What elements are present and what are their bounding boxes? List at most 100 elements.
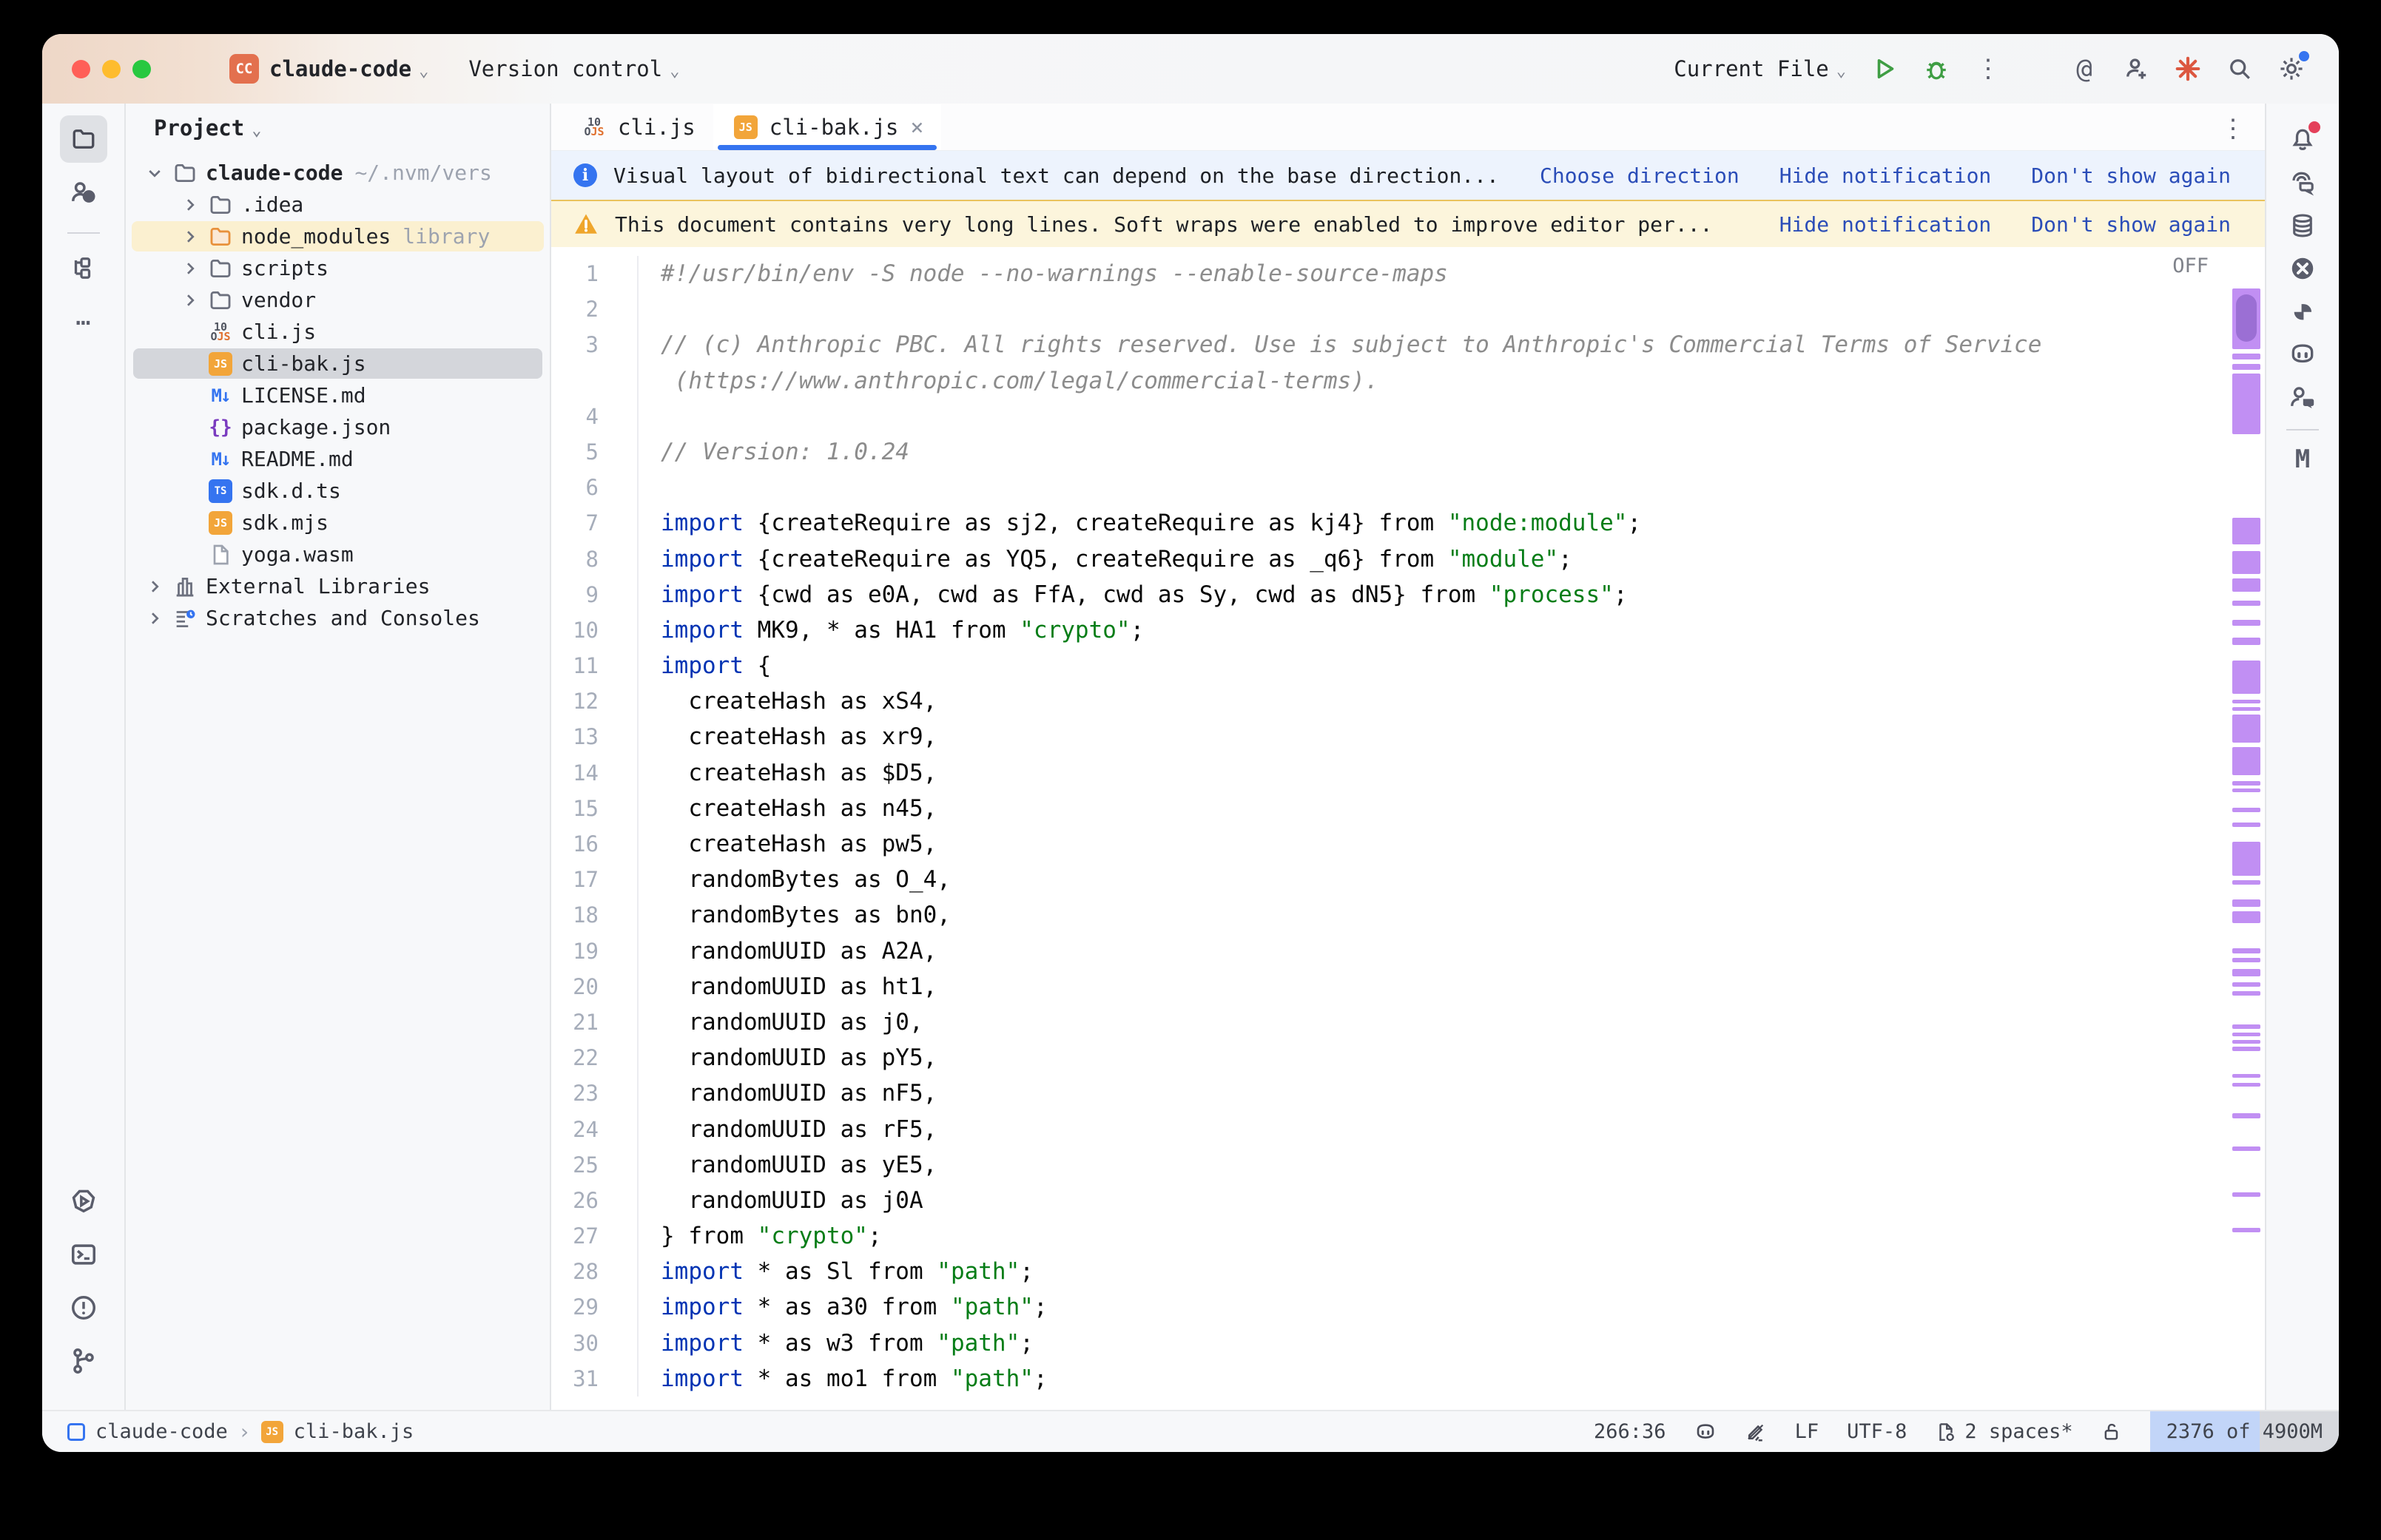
ai-mention-button[interactable]: @ [2064,48,2105,90]
breadcrumb[interactable]: claude-code › JS cli-bak.js [67,1419,414,1444]
line-number[interactable]: 29 [551,1289,639,1325]
line-number[interactable]: 21 [551,1004,639,1040]
hide-notification-link[interactable]: Hide notification [1779,163,1992,188]
encoding-selector[interactable]: UTF-8 [1847,1420,1907,1443]
tree-item-sdk-mjs[interactable]: JSsdk.mjs [126,507,550,538]
project-panel-header[interactable]: Project ⌄ [126,104,550,152]
tree-item-claude-code[interactable]: claude-code~/.nvm/vers [126,157,550,189]
chevron-right-icon[interactable] [179,291,201,309]
line-number[interactable]: 6 [551,470,639,505]
line-number[interactable]: 10 [551,612,639,648]
tree-item-vendor[interactable]: vendor [126,284,550,316]
more-toolwindows-button[interactable]: ⋯ [60,299,107,346]
notifications-button[interactable] [2280,120,2325,160]
line-number[interactable]: 23 [551,1075,639,1111]
search-everywhere-button[interactable] [2219,48,2260,90]
line-number[interactable]: 30 [551,1325,639,1361]
line-number[interactable]: 27 [551,1218,639,1254]
line-number[interactable]: 19 [551,933,639,969]
line-number[interactable]: 7 [551,505,639,541]
run-button[interactable] [1864,48,1905,90]
line-number[interactable]: 24 [551,1112,639,1147]
dont-show-again-link[interactable]: Don't show again [2031,163,2231,188]
structure-toolwindow-button[interactable] [60,246,107,293]
chevron-right-icon[interactable] [144,578,166,595]
line-number[interactable]: 11 [551,648,639,683]
project-toolwindow-button[interactable] [60,115,107,163]
line-number[interactable]: 12 [551,683,639,719]
plugin-starburst-button[interactable] [2167,48,2209,90]
code-with-me-chat-button[interactable] [2280,377,2325,417]
run-config-selector[interactable]: Current File ⌄ [1674,56,1853,81]
breadcrumb-file[interactable]: cli-bak.js [294,1420,414,1443]
chevron-right-icon[interactable] [144,609,166,627]
more-actions-button[interactable]: ⋮ [1967,48,2009,90]
tree-item-scratches-and-consoles[interactable]: Scratches and Consoles [126,602,550,634]
tree-item-scripts[interactable]: scripts [126,252,550,284]
line-number[interactable]: 8 [551,541,639,577]
tab-cli-js[interactable]: 10OJS cli.js [562,104,713,150]
line-number[interactable]: 13 [551,719,639,754]
line-number[interactable]: 20 [551,969,639,1004]
line-number[interactable]: 3 [551,327,639,362]
debug-button[interactable] [1916,48,1957,90]
tree-item-cli-js[interactable]: 10OJScli.js [126,316,550,348]
tree-item-sdk-d-ts[interactable]: TSsdk.d.ts [126,475,550,507]
scrollbar-thumb[interactable] [2236,294,2257,342]
line-number[interactable]: 25 [551,1147,639,1183]
line-number[interactable]: 9 [551,577,639,612]
line-number[interactable]: 28 [551,1254,639,1289]
line-number[interactable]: 14 [551,755,639,791]
close-window-button[interactable] [72,60,90,78]
project-widget[interactable]: claude-code ⌄ [269,56,436,81]
line-number[interactable]: 15 [551,791,639,826]
tree-item--idea[interactable]: .idea [126,189,550,220]
line-number[interactable]: 2 [551,291,639,327]
line-number[interactable]: 16 [551,826,639,862]
x-plugin-button[interactable] [2280,249,2325,288]
choose-direction-link[interactable]: Choose direction [1540,163,1740,188]
chevron-right-icon[interactable] [179,196,201,214]
line-ending-selector[interactable]: LF [1795,1420,1819,1443]
tree-item-license-md[interactable]: M↓LICENSE.md [126,379,550,411]
tree-item-node-modules[interactable]: node_moduleslibrary [126,220,550,252]
line-number[interactable]: 31 [551,1361,639,1397]
line-number[interactable]: 22 [551,1040,639,1075]
code-with-me-button[interactable] [2115,48,2157,90]
copilot-button[interactable] [2280,334,2325,374]
vcs-widget[interactable]: Version control ⌄ [468,56,687,81]
zoom-window-button[interactable] [132,60,151,78]
tab-cli-bak-js[interactable]: JS cli-bak.js × [713,104,942,150]
hide-notification-link[interactable]: Hide notification [1779,212,1992,237]
markdown-plugin-button[interactable]: M [2280,439,2325,479]
plugin-pinwheel-button[interactable] [2280,291,2325,331]
chevron-right-icon[interactable] [179,260,201,277]
dont-show-again-link[interactable]: Don't show again [2031,212,2231,237]
line-number[interactable]: 18 [551,897,639,933]
terminal-toolwindow-button[interactable] [60,1231,107,1278]
indent-selector[interactable]: 2 spaces* [1935,1420,2072,1443]
tree-item-readme-md[interactable]: M↓README.md [126,443,550,475]
highlighting-level-button[interactable] [1745,1421,1767,1443]
line-number[interactable]: 5 [551,434,639,470]
ai-assistant-button[interactable] [2280,163,2325,203]
line-number[interactable]: 26 [551,1183,639,1218]
tree-item-external-libraries[interactable]: External Libraries [126,570,550,602]
chevron-down-icon[interactable] [144,164,166,182]
line-number[interactable] [551,363,639,399]
database-button[interactable] [2280,206,2325,246]
highlighting-off-label[interactable]: OFF [2172,254,2209,277]
tree-item-package-json[interactable]: {}package.json [126,411,550,443]
tree-item-yoga-wasm[interactable]: yoga.wasm [126,538,550,570]
tab-options-button[interactable]: ⋮ [2220,114,2246,143]
minimize-window-button[interactable] [102,60,121,78]
line-number[interactable]: 4 [551,399,639,434]
code-editor[interactable]: 1#!/usr/bin/env -S node --no-warnings --… [551,247,2265,1410]
memory-indicator[interactable]: 2376 of 4900M [2150,1411,2339,1452]
line-number[interactable]: 1 [551,256,639,291]
readonly-toggle[interactable] [2101,1422,2122,1442]
services-toolwindow-button[interactable] [60,1178,107,1225]
close-tab-icon[interactable]: × [910,115,923,141]
editor-scrollbar[interactable] [2229,247,2263,1410]
vcs-toolwindow-button[interactable] [60,1337,107,1385]
